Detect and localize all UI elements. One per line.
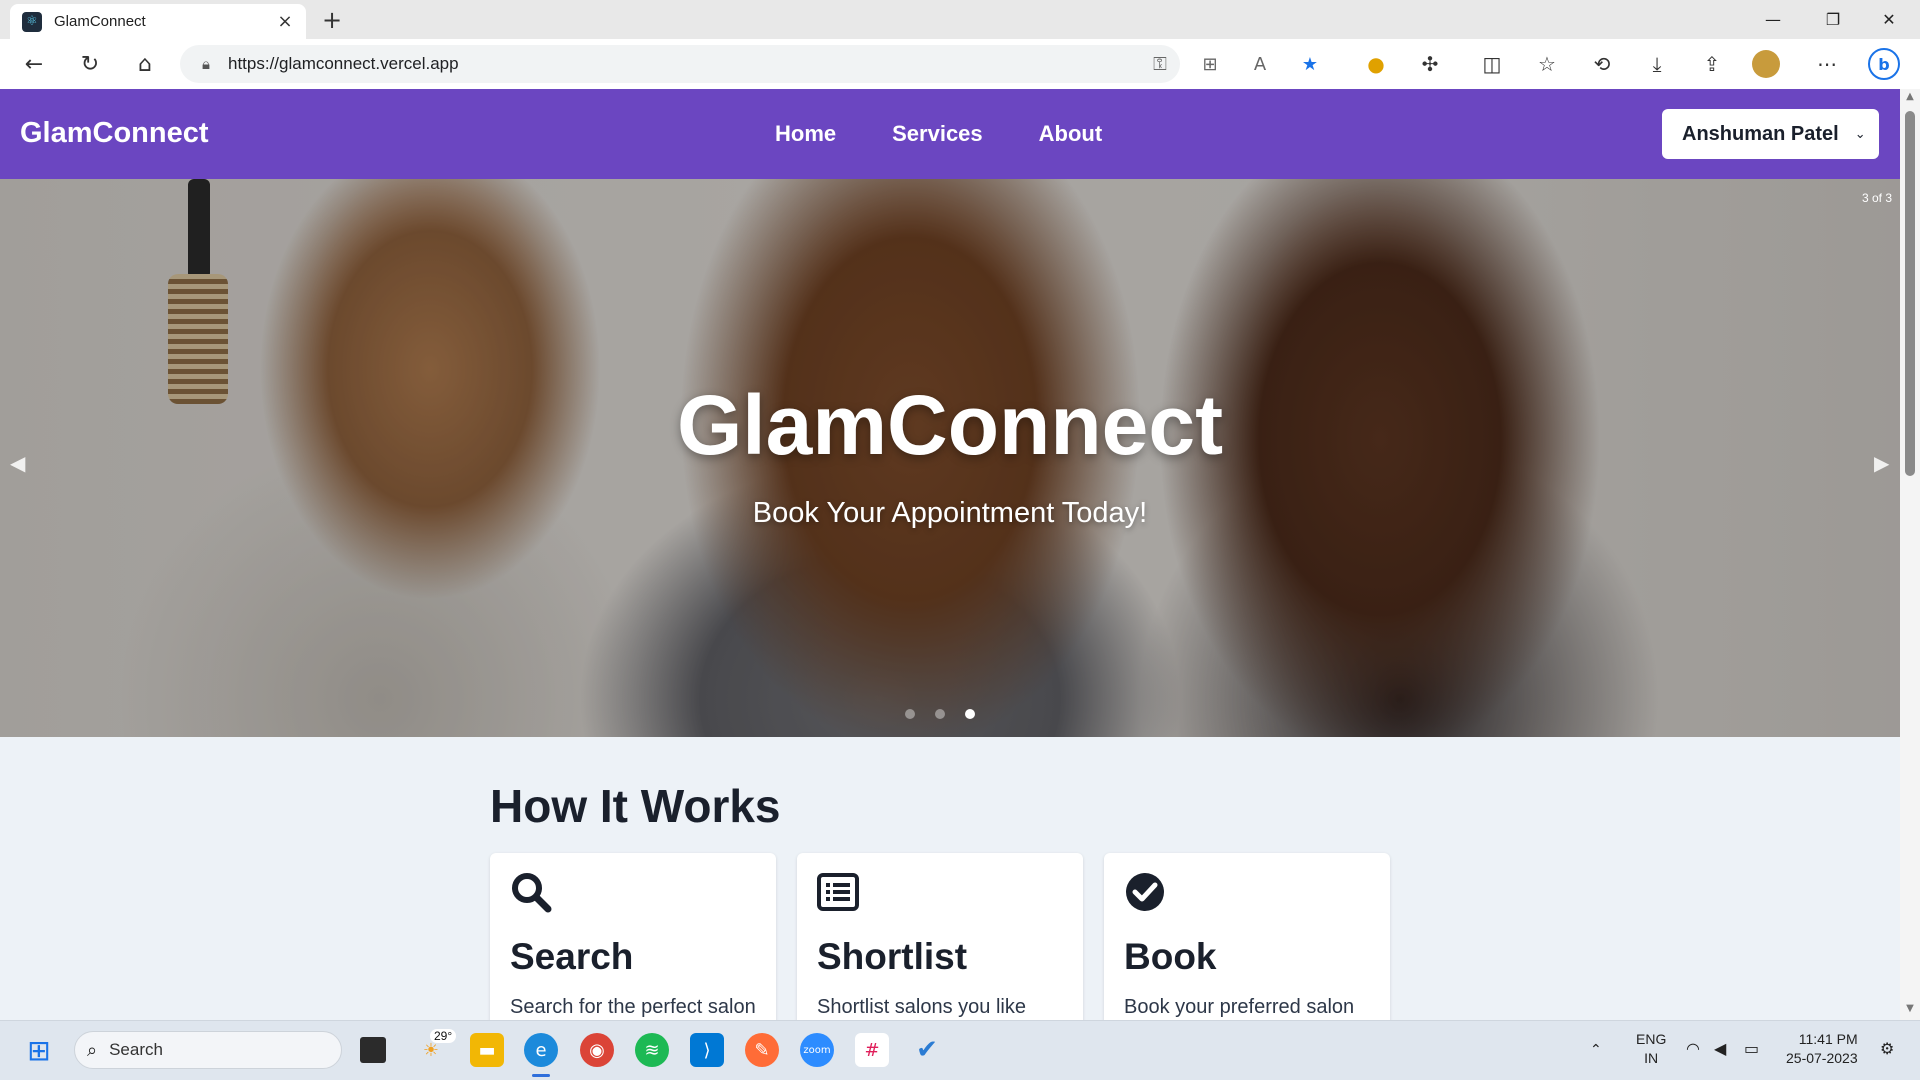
taskbar-search-placeholder: Search <box>109 1040 163 1059</box>
lang-line2: IN <box>1644 1050 1659 1066</box>
url-text[interactable]: https://glamconnect.vercel.app <box>228 54 459 74</box>
browser-tab[interactable]: ⚛ GlamConnect × <box>10 4 306 39</box>
carousel-dot-2[interactable] <box>935 709 945 719</box>
new-tab-button[interactable]: + <box>316 6 348 34</box>
slide-counter: 3 of 3 <box>1862 191 1893 205</box>
nav-about-link[interactable]: About <box>1039 121 1103 147</box>
notification-icon[interactable]: ⚙ <box>1880 1040 1894 1059</box>
wifi-icon[interactable]: ◠ <box>1686 1040 1700 1059</box>
list-icon <box>817 873 859 911</box>
clock-date: 25-07-2023 <box>1786 1050 1858 1066</box>
language-indicator[interactable]: ENG IN <box>1636 1030 1666 1068</box>
scroll-up-icon[interactable]: ▲ <box>1904 91 1916 102</box>
favorite-star-icon[interactable]: ★ <box>1296 50 1324 78</box>
weather-temp: 29° <box>430 1029 457 1043</box>
active-app-indicator <box>532 1074 550 1077</box>
restore-button[interactable]: ❐ <box>1806 0 1860 39</box>
todo-icon[interactable]: ✔ <box>910 1033 944 1067</box>
refresh-icon[interactable]: ↻ <box>73 47 107 81</box>
page-scrollbar[interactable]: ▲ ▼ <box>1900 89 1920 1020</box>
chrome-icon[interactable]: ◉ <box>580 1033 614 1067</box>
browser-tab-bar: ⚛ GlamConnect × + — ❐ ✕ <box>0 0 1920 39</box>
site-nav-links: Home Services About <box>775 121 1102 147</box>
tab-title: GlamConnect <box>54 13 146 30</box>
hero-subtitle: Book Your Appointment Today! <box>752 497 1148 529</box>
file-explorer-icon[interactable]: ▬ <box>470 1033 504 1067</box>
site-navbar: GlamConnect Home Services About Anshuman… <box>0 89 1900 179</box>
profile-avatar[interactable] <box>1752 50 1780 78</box>
split-screen-icon[interactable]: ◫ <box>1476 48 1508 80</box>
carousel-dot-3[interactable] <box>965 709 975 719</box>
zoom-icon[interactable]: zoom <box>800 1033 834 1067</box>
apps-icon[interactable]: ⊞ <box>1196 50 1224 78</box>
read-aloud-icon[interactable]: A <box>1246 50 1274 78</box>
step-description: Book your preferred salon <box>1124 996 1355 1018</box>
taskbar-search[interactable]: ⌕ Search <box>74 1031 342 1069</box>
close-window-button[interactable]: ✕ <box>1862 0 1916 39</box>
favorites-icon[interactable]: ☆ <box>1531 48 1563 80</box>
hero-carousel: 3 of 3 ◀ ▶ GlamConnect Book Your Appoint… <box>0 179 1900 737</box>
check-circle-icon <box>1126 873 1164 911</box>
key-icon[interactable]: ⚿ <box>1146 50 1174 78</box>
how-it-works-title: How It Works <box>490 780 781 832</box>
battery-icon[interactable]: ▭ <box>1744 1040 1759 1059</box>
vscode-icon[interactable]: ⟩ <box>690 1033 724 1067</box>
history-icon[interactable]: ⟲ <box>1586 48 1618 80</box>
clock-time: 11:41 PM <box>1798 1031 1858 1047</box>
search-icon <box>512 873 552 913</box>
more-options-icon[interactable]: ⋯ <box>1811 48 1843 80</box>
user-menu-button[interactable]: Anshuman Patel ⌄ <box>1662 109 1879 159</box>
lang-line1: ENG <box>1636 1031 1667 1047</box>
volume-icon[interactable]: ◀ <box>1714 1040 1726 1059</box>
task-view-icon[interactable] <box>360 1037 386 1063</box>
slack-icon[interactable]: # <box>855 1033 889 1067</box>
hero-title: GlamConnect <box>676 378 1224 472</box>
react-favicon-icon: ⚛ <box>22 11 42 32</box>
home-icon[interactable]: ⌂ <box>128 47 162 81</box>
lock-icon[interactable]: 🔒︎ <box>202 55 210 73</box>
minimize-button[interactable]: — <box>1746 0 1800 39</box>
back-icon[interactable]: ← <box>17 47 51 81</box>
user-name: Anshuman Patel <box>1682 122 1839 145</box>
step-title: Book <box>1124 936 1217 977</box>
scroll-down-icon[interactable]: ▼ <box>1904 1003 1916 1014</box>
address-bar[interactable]: 🔒︎ https://glamconnect.vercel.app <box>180 45 1180 83</box>
step-description: Shortlist salons you like <box>817 996 1026 1018</box>
clock[interactable]: 11:41 PM 25-07-2023 <box>1786 1030 1858 1068</box>
postman-icon[interactable]: ✎ <box>745 1033 779 1067</box>
nav-home-link[interactable]: Home <box>775 121 836 147</box>
show-hidden-icons[interactable]: ⌃ <box>1590 1040 1602 1059</box>
downloads-icon[interactable]: ⤓ <box>1641 48 1673 80</box>
carousel-dot-1[interactable] <box>905 709 915 719</box>
step-description: Search for the perfect salon <box>510 996 756 1018</box>
spotify-icon[interactable]: ≋ <box>635 1033 669 1067</box>
extension-badge-icon[interactable]: ● <box>1360 48 1392 80</box>
windows-start-icon[interactable]: ⊞ <box>22 1033 56 1067</box>
carousel-dots <box>905 709 975 719</box>
nav-services-link[interactable]: Services <box>892 121 983 147</box>
step-title: Shortlist <box>817 936 968 977</box>
edge-browser-icon[interactable]: e <box>524 1033 558 1067</box>
step-card-shortlist: Shortlist Shortlist salons you like <box>797 853 1083 1020</box>
chevron-down-icon: ⌄ <box>1854 126 1866 142</box>
close-tab-icon[interactable]: × <box>274 11 296 32</box>
step-title: Search <box>510 936 634 977</box>
scrollbar-thumb[interactable] <box>1905 111 1915 476</box>
step-card-book: Book Book your preferred salon <box>1104 853 1390 1020</box>
step-card-search: Search Search for the perfect salon <box>490 853 776 1020</box>
search-icon: ⌕ <box>87 1039 98 1061</box>
web-page: GlamConnect Home Services About Anshuman… <box>0 89 1900 1020</box>
share-icon[interactable]: ⇪ <box>1696 48 1728 80</box>
site-brand[interactable]: GlamConnect <box>20 117 209 150</box>
extensions-icon[interactable]: ✣ <box>1414 48 1446 80</box>
bing-copilot-icon[interactable]: b <box>1868 48 1900 80</box>
